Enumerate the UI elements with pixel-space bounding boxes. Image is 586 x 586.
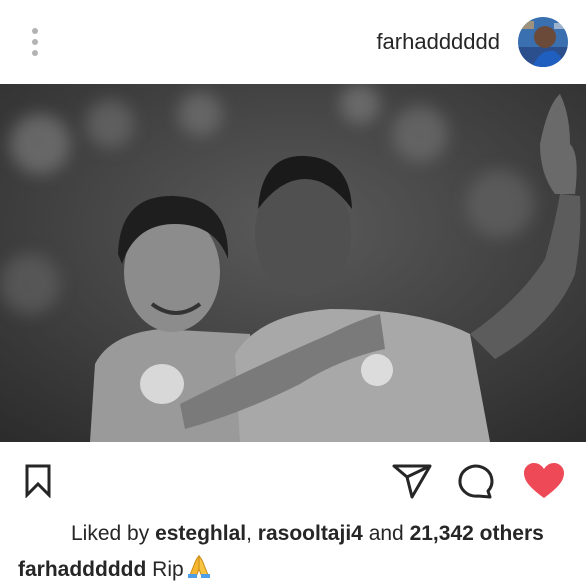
liker-link[interactable]: esteghlal: [155, 522, 246, 545]
likes-separator: ,: [246, 522, 252, 545]
likes-count-link[interactable]: 21,342 others: [410, 522, 544, 545]
bookmark-icon[interactable]: [24, 464, 52, 503]
folded-hands-icon: [186, 553, 212, 585]
caption: farhadddddd Rip: [18, 553, 212, 585]
post-header: farhadddddd: [0, 0, 586, 84]
dot: [32, 50, 38, 56]
post-username[interactable]: farhadddddd: [376, 29, 500, 55]
post-actions: [0, 442, 586, 522]
avatar[interactable]: [518, 17, 568, 67]
post-photo[interactable]: [0, 84, 586, 442]
likes-and: and: [368, 522, 404, 545]
comment-icon[interactable]: [456, 462, 496, 505]
heart-icon[interactable]: [522, 462, 566, 505]
likes-prefix: Liked by: [71, 522, 150, 545]
likes-summary: Liked by esteghlal, rasooltaji4 and 21,3…: [71, 522, 544, 546]
liker-link[interactable]: rasooltaji4: [258, 522, 363, 545]
caption-username[interactable]: farhadddddd: [18, 558, 146, 581]
more-options-icon[interactable]: [24, 24, 46, 60]
dot: [32, 28, 38, 34]
caption-text: Rip: [152, 558, 184, 581]
send-icon[interactable]: [392, 462, 432, 505]
dot: [32, 39, 38, 45]
